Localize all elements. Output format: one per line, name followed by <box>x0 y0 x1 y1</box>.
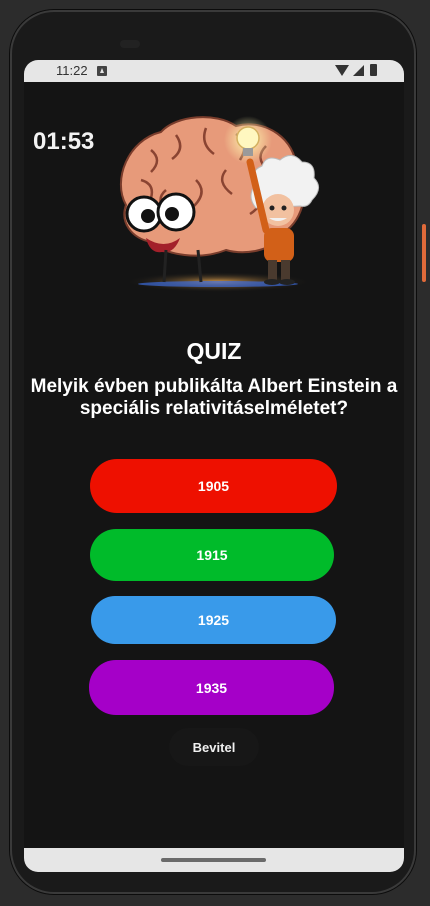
battery-icon <box>370 64 377 76</box>
brain-mascot-illustration <box>119 116 319 292</box>
camera-icon <box>120 40 140 48</box>
notification-icon <box>97 66 107 76</box>
navigation-bar <box>24 848 404 872</box>
countdown-timer: 01:53 <box>33 128 95 155</box>
side-button <box>422 224 426 282</box>
status-time: 11:22 <box>56 63 88 78</box>
app-screen: 11:22 01:53 QUIZ Melyik évben publikálta… <box>24 60 404 872</box>
signal-icon <box>353 65 364 76</box>
submit-button[interactable]: Bevitel <box>169 728 259 766</box>
status-bar: 11:22 <box>24 60 404 82</box>
wifi-icon <box>335 65 349 76</box>
answer-button-1905[interactable]: 1905 <box>90 459 337 513</box>
question-text: Melyik évben publikálta Albert Einstein … <box>30 376 398 419</box>
answer-button-1925[interactable]: 1925 <box>91 596 336 644</box>
answer-button-1915[interactable]: 1915 <box>90 529 334 581</box>
home-gesture-handle[interactable] <box>161 858 266 862</box>
quiz-title: QUIZ <box>186 338 242 364</box>
answer-button-1935[interactable]: 1935 <box>89 660 334 715</box>
